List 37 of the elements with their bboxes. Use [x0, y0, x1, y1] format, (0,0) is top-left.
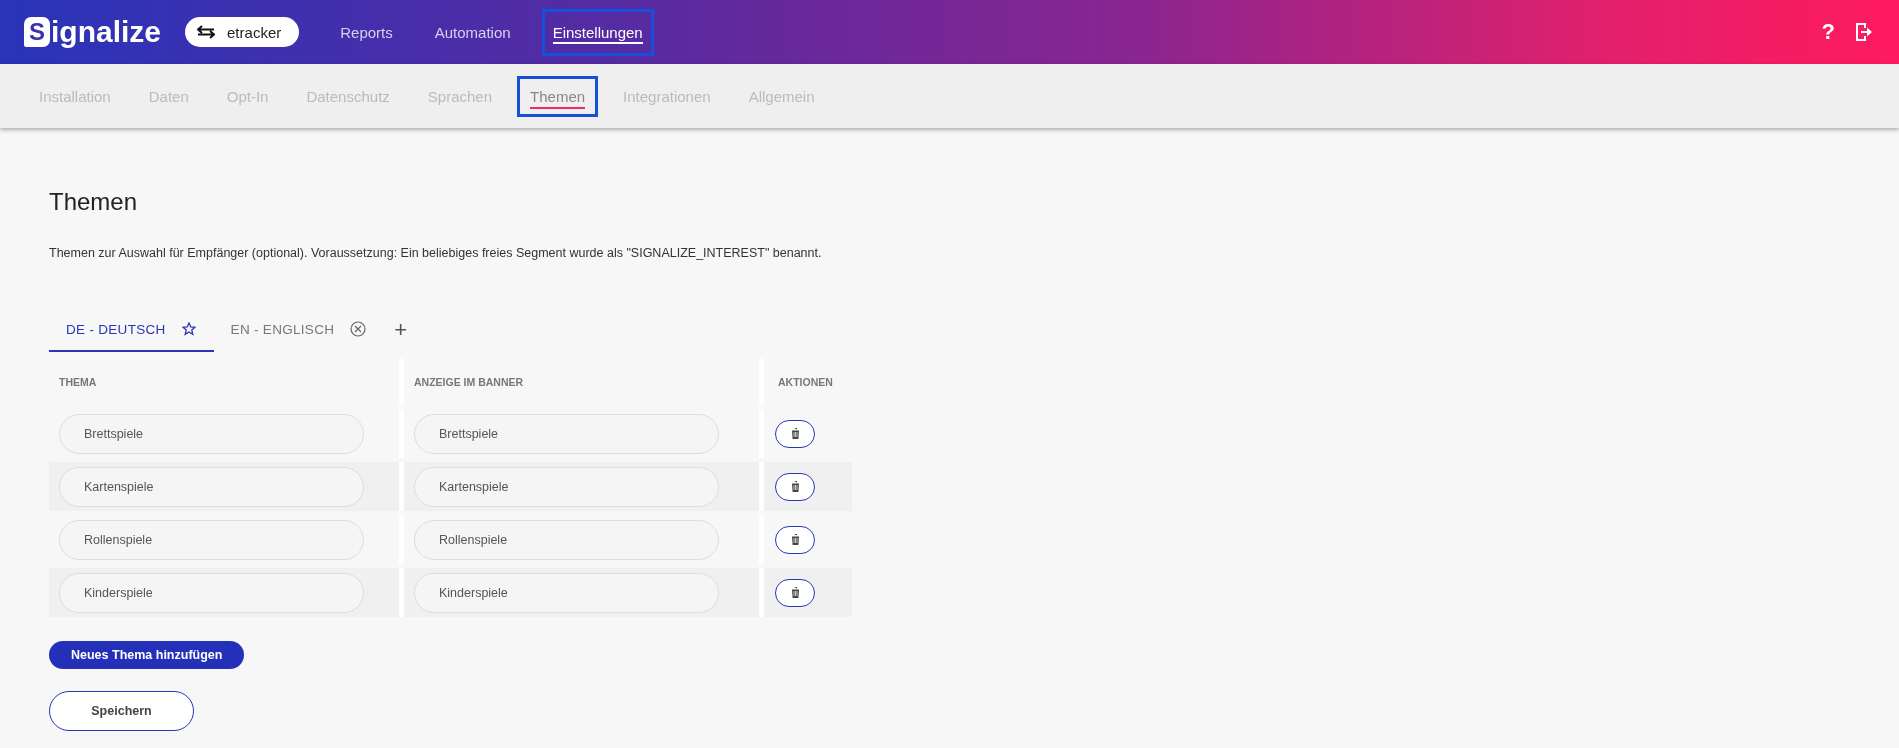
logo-text: ignalize — [51, 15, 162, 49]
account-switcher[interactable]: etracker — [185, 17, 300, 47]
logout-icon[interactable] — [1855, 22, 1873, 42]
column-header: THEMA — [49, 359, 404, 405]
topic-input[interactable]: Kinderspiele — [59, 572, 364, 613]
trash-icon — [790, 481, 800, 492]
delete-button[interactable] — [775, 525, 815, 554]
banner-text-input[interactable]: Rollenspiele — [414, 519, 719, 560]
description-text: Themen zur Auswahl für Empfänger (optional). Voraussetzung: Ein beliebiges freies Segment wurde als "SIGNALIZE_INTEREST" benannt. — [49, 246, 823, 260]
language-tab[interactable]: DE - DEUTSCH — [49, 308, 214, 352]
logo-mark: S — [24, 17, 50, 47]
delete-button[interactable] — [775, 472, 815, 501]
save-button[interactable]: Speichern — [49, 691, 194, 731]
banner-text-input[interactable]: Brettspiele — [414, 413, 719, 454]
language-tab[interactable]: EN - ENGLISCH — [213, 308, 385, 352]
close-icon[interactable] — [350, 321, 367, 337]
swap-arrows-icon — [197, 25, 216, 39]
banner-text-input[interactable]: Kartenspiele — [414, 466, 719, 507]
delete-button[interactable] — [775, 578, 815, 607]
topic-input[interactable]: Brettspiele — [59, 413, 364, 454]
trash-icon — [790, 428, 800, 439]
trash-icon — [790, 587, 800, 598]
help-button[interactable]: ? — [1821, 19, 1835, 45]
topic-input[interactable]: Rollenspiele — [59, 519, 364, 560]
add-language-button[interactable]: + — [384, 317, 418, 343]
column-header: AKTIONEN — [777, 375, 834, 390]
nav-link[interactable]: Automation — [423, 8, 522, 56]
column-header: ANZEIGE IM BANNER — [404, 359, 764, 405]
banner-text-input[interactable]: Kinderspiele — [414, 572, 719, 613]
delete-button[interactable] — [775, 419, 815, 448]
star-icon[interactable] — [181, 322, 196, 336]
nav-link[interactable]: Einstellungen — [541, 8, 654, 56]
nav-link[interactable]: Reports — [329, 8, 404, 56]
topic-input[interactable]: Kartenspiele — [59, 466, 364, 507]
trash-icon — [790, 534, 800, 545]
add-topic-button[interactable]: Neues Thema hinzufügen — [49, 641, 245, 669]
page-title: Themen — [49, 188, 139, 216]
